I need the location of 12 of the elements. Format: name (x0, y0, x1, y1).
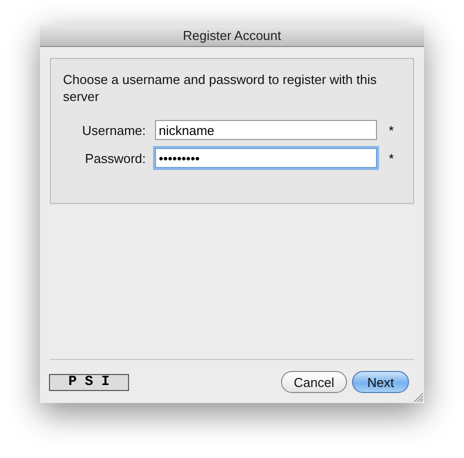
resize-grip-icon[interactable] (413, 392, 423, 402)
logo: PSI (49, 374, 129, 390)
input-field[interactable]: nickname (154, 120, 377, 140)
instruction-text: Choose a username and password to register with this server (63, 71, 378, 105)
cancel-button[interactable]: Cancel (280, 371, 348, 393)
required-mark: * (388, 150, 395, 166)
field-label: Password: (84, 150, 146, 166)
required-mark: * (388, 122, 395, 138)
field-label: Username: (81, 122, 146, 138)
window-title: Register Account (182, 28, 282, 43)
next-button[interactable]: Next (352, 371, 409, 393)
input-field[interactable]: ••••••••• (154, 148, 377, 168)
